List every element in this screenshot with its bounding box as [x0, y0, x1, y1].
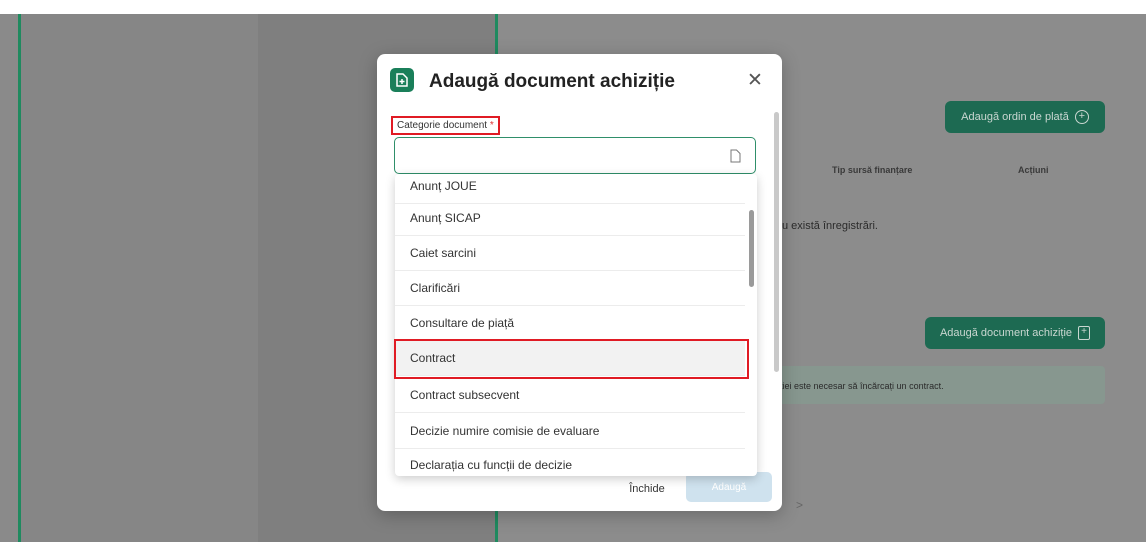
contract-highlight-outline [394, 339, 749, 379]
plus-circle-icon: + [1074, 110, 1089, 124]
column-header-actions: Acțiuni [1018, 165, 1049, 175]
close-button[interactable]: Închide [612, 476, 682, 502]
add-button[interactable]: Adaugă [686, 472, 772, 502]
dropdown-scrollbar[interactable] [749, 210, 754, 287]
chevron-right-icon[interactable]: > [796, 498, 803, 512]
file-icon [730, 149, 741, 163]
left-panel-accent [18, 14, 21, 542]
contract-required-notice: ției este necesar să încărcați un contra… [780, 381, 944, 391]
option-declaratia-functii[interactable]: Declarația cu funcții de decizie [395, 448, 745, 476]
option-decizie-comisie[interactable]: Decizie numire comisie de evaluare [395, 414, 745, 449]
document-icon [390, 68, 414, 92]
add-payment-order-button[interactable]: Adaugă ordin de plată + [945, 101, 1105, 133]
add-payment-order-label: Adaugă ordin de plată [961, 111, 1069, 123]
category-select-input[interactable] [394, 137, 756, 174]
column-header-funding: Tip sursă finanțare [832, 165, 913, 175]
no-records-text: u există înregistrări. [782, 220, 878, 232]
left-panel [18, 14, 258, 542]
option-consultare-piata[interactable]: Consultare de piață [395, 306, 745, 341]
option-clarificari[interactable]: Clarificări [395, 271, 745, 306]
modal-title: Adaugă document achiziție [429, 71, 675, 92]
modal-scrollbar[interactable] [774, 112, 779, 372]
top-bar [0, 0, 1146, 14]
option-contract-subsecvent[interactable]: Contract subsecvent [395, 378, 745, 413]
option-caiet-sarcini[interactable]: Caiet sarcini [395, 236, 745, 271]
option-anunt-sicap[interactable]: Anunț SICAP [395, 201, 745, 236]
close-icon[interactable]: ✕ [747, 71, 763, 90]
category-label-text: Categorie document [397, 120, 488, 131]
required-mark: * [489, 120, 494, 131]
option-anunt-joue[interactable]: Anunț JOUE [395, 174, 745, 204]
category-field-label: Categorie document * [391, 116, 500, 135]
add-document-label: Adaugă document achiziție [939, 327, 1073, 339]
category-dropdown: Anunț JOUE Anunț SICAP Caiet sarcini Cla… [395, 174, 757, 476]
add-document-button-bg[interactable]: Adaugă document achiziție + [925, 317, 1105, 349]
file-plus-icon: + [1078, 326, 1091, 340]
